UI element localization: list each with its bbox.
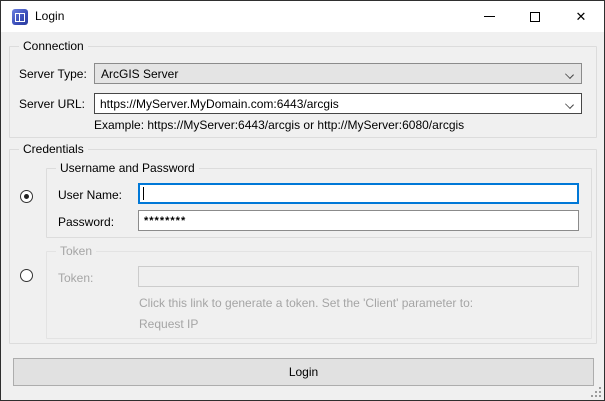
resize-grip[interactable] [591, 387, 601, 397]
window-title: Login [35, 9, 64, 23]
password-input[interactable] [138, 210, 579, 231]
server-url-combobox[interactable] [94, 93, 582, 114]
username-password-group-label: Username and Password [56, 161, 199, 176]
login-dialog: Login ✕ Connection Server Type: ArcGIS S… [0, 0, 605, 401]
maximize-button[interactable] [512, 1, 558, 32]
maximize-icon [530, 12, 540, 22]
token-groupbox: Token [46, 251, 592, 339]
token-group-label: Token [56, 244, 96, 259]
login-button[interactable]: Login [13, 358, 594, 386]
server-url-input[interactable] [95, 94, 581, 113]
radio-selected-dot [24, 194, 29, 199]
token-input [138, 266, 579, 287]
token-client-param-text: Request IP [139, 317, 198, 331]
server-type-label: Server Type: [19, 67, 87, 81]
token-label: Token: [58, 271, 93, 285]
minimize-button[interactable] [466, 1, 512, 32]
connection-group-label: Connection [19, 39, 88, 54]
chevron-down-icon [565, 70, 574, 79]
app-form-icon-pane [15, 13, 25, 22]
user-name-input[interactable] [138, 183, 579, 204]
token-radio[interactable] [20, 269, 33, 282]
caption-buttons: ✕ [466, 1, 604, 32]
close-button[interactable]: ✕ [558, 1, 604, 32]
app-form-icon-split [19, 13, 21, 21]
server-type-dropdown[interactable]: ArcGIS Server [94, 63, 582, 84]
server-url-example-text: Example: https://MyServer:6443/arcgis or… [94, 118, 464, 132]
token-hint-text: Click this link to generate a token. Set… [139, 296, 473, 310]
credentials-group-label: Credentials [19, 142, 88, 157]
text-caret [143, 187, 144, 200]
titlebar[interactable]: Login ✕ [1, 1, 604, 32]
minimize-icon [484, 16, 495, 17]
username-password-radio[interactable] [20, 190, 33, 203]
user-name-label: User Name: [58, 188, 122, 202]
close-icon: ✕ [576, 10, 587, 23]
password-label: Password: [58, 215, 114, 229]
app-form-icon [12, 9, 28, 25]
server-type-value: ArcGIS Server [101, 67, 178, 81]
server-url-label: Server URL: [19, 97, 85, 111]
